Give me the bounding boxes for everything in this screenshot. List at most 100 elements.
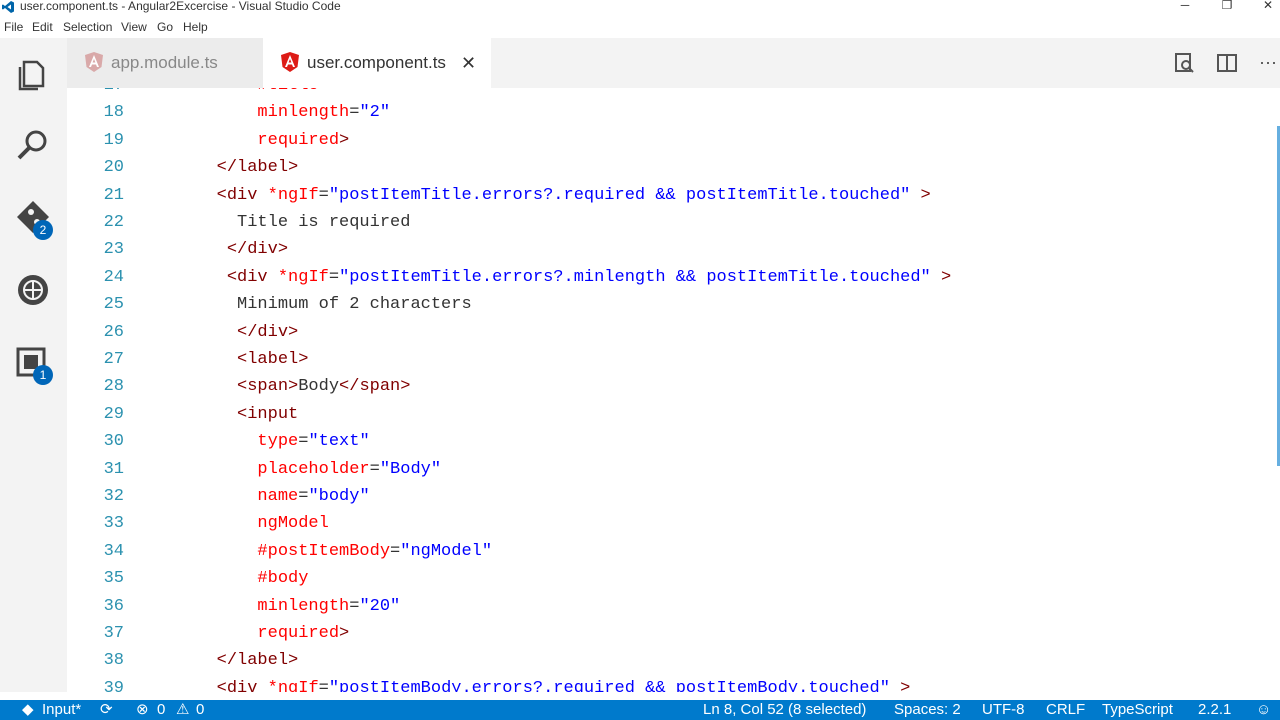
sync-icon[interactable]: ⟳: [100, 700, 113, 720]
menu-go[interactable]: Go: [157, 20, 173, 34]
code-token: #body: [135, 569, 309, 589]
line-number: 24: [103, 267, 124, 287]
code-line[interactable]: <span>Body</span>: [135, 377, 410, 396]
close-tab-icon[interactable]: ✕: [461, 38, 476, 88]
language-mode[interactable]: TypeScript: [1102, 700, 1173, 720]
code-token: =: [349, 596, 360, 616]
code-token: =: [298, 432, 309, 452]
code-line[interactable]: </div>: [135, 323, 298, 342]
code-token: >: [298, 350, 309, 369]
code-token: div: [257, 322, 289, 342]
code-token: "Body": [379, 459, 442, 479]
code-token: minlength: [135, 596, 350, 616]
editor-scrollbar[interactable]: [1266, 88, 1280, 692]
title-bar: user.component.ts - Angular2Excercise - …: [0, 0, 1280, 14]
code-line[interactable]: </label>: [135, 651, 299, 671]
line-ending[interactable]: CRLF: [1046, 700, 1085, 720]
line-number: 32: [103, 487, 124, 506]
code-token: Title is required: [135, 213, 411, 232]
code-line[interactable]: <div *ngIf="postItemTitle.errors?.minlen…: [135, 268, 951, 287]
code-line[interactable]: <input: [135, 405, 298, 424]
warnings-icon[interactable]: ⚠: [176, 700, 189, 720]
code-line[interactable]: #postItemBody="ngModel": [135, 542, 492, 561]
code-token: >: [400, 377, 411, 397]
code-token: </: [135, 322, 258, 342]
code-editor[interactable]: 17 #title18 minlength="2"19 required>20 …: [67, 88, 1280, 692]
code-token: label: [237, 158, 289, 178]
extensions-icon[interactable]: 1: [14, 343, 53, 385]
mode-indicator[interactable]: Input*: [42, 700, 81, 720]
code-line[interactable]: <label>: [135, 350, 308, 369]
code-line[interactable]: Title is required: [135, 213, 410, 232]
menu-help[interactable]: Help: [183, 20, 208, 34]
errors-icon[interactable]: ⊗: [136, 700, 149, 720]
restore-button[interactable]: ❐: [1217, 0, 1237, 14]
code-token: >: [288, 377, 299, 397]
open-preview-icon[interactable]: [1173, 52, 1195, 74]
code-token: "body": [308, 487, 370, 506]
code-token: </: [135, 651, 238, 671]
activity-bar: 2 1: [0, 38, 67, 692]
code-line[interactable]: type="text": [135, 432, 369, 452]
explorer-icon[interactable]: [14, 54, 52, 92]
code-token: "postItemBody.errors?.required && postIt…: [328, 678, 890, 692]
warnings-count[interactable]: 0: [196, 700, 204, 720]
code-token: =: [298, 487, 309, 506]
menu-view[interactable]: View: [121, 20, 147, 34]
minimize-button[interactable]: ─: [1175, 0, 1195, 14]
code-token: <: [135, 678, 227, 692]
code-token: required: [135, 130, 340, 150]
line-number: 30: [103, 432, 124, 452]
code-line[interactable]: <div *ngIf="postItemTitle.errors?.requir…: [135, 186, 931, 205]
menu-selection[interactable]: Selection: [63, 20, 112, 34]
tab-user-component[interactable]: user.component.ts ✕: [263, 38, 491, 88]
menu-file[interactable]: File: [4, 20, 23, 34]
line-number: 36: [103, 596, 124, 616]
code-line[interactable]: </label>: [135, 158, 299, 178]
code-token: span: [247, 377, 289, 397]
feedback-icon[interactable]: ☺: [1256, 700, 1271, 720]
code-token: *ngIf: [267, 267, 329, 287]
code-token: #title: [135, 88, 318, 95]
code-token: div: [226, 678, 258, 692]
split-editor-icon[interactable]: [1216, 52, 1238, 74]
code-line[interactable]: required>: [135, 624, 349, 643]
code-token: >: [889, 678, 911, 692]
code-token: "postItemTitle.errors?.required && postI…: [328, 185, 911, 205]
extensions-badge: 1: [33, 365, 53, 385]
indentation[interactable]: Spaces: 2: [894, 700, 961, 720]
code-token: =: [328, 267, 340, 287]
code-token: placeholder: [135, 459, 370, 479]
code-line[interactable]: #title: [135, 88, 318, 95]
code-line[interactable]: </div>: [135, 240, 288, 259]
code-token: =: [369, 459, 380, 479]
more-actions-icon[interactable]: ⋯: [1257, 52, 1279, 74]
tab-bar: app.module.ts user.component.ts ✕ ⋯: [67, 38, 1280, 88]
code-line[interactable]: #body: [135, 569, 308, 588]
code-line[interactable]: Minimum of 2 characters: [135, 295, 472, 314]
source-control-icon[interactable]: 2: [14, 198, 53, 240]
code-token: >: [288, 651, 299, 671]
menu-edit[interactable]: Edit: [32, 20, 53, 34]
code-line[interactable]: placeholder="Body": [135, 460, 441, 479]
encoding[interactable]: UTF-8: [982, 700, 1025, 720]
code-line[interactable]: minlength="2": [135, 103, 390, 122]
cursor-position[interactable]: Ln 8, Col 52 (8 selected): [703, 700, 866, 720]
line-number: 28: [103, 377, 124, 397]
errors-count[interactable]: 0: [157, 700, 165, 720]
source-control-badge: 2: [33, 220, 53, 240]
code-token: <: [135, 267, 238, 287]
close-window-button[interactable]: ✕: [1258, 0, 1278, 14]
debug-icon[interactable]: [14, 271, 52, 309]
code-line[interactable]: <div *ngIf="postItemBody.errors?.require…: [135, 678, 911, 692]
code-token: required: [135, 624, 340, 643]
tab-app-module[interactable]: app.module.ts: [67, 38, 263, 88]
code-line[interactable]: required>: [135, 131, 349, 150]
code-line[interactable]: name="body": [135, 487, 370, 506]
code-line[interactable]: minlength="20": [135, 597, 400, 616]
code-token: >: [277, 240, 289, 260]
typescript-version[interactable]: 2.2.1: [1198, 700, 1231, 720]
code-line[interactable]: ngModel: [135, 514, 328, 533]
code-token: >: [930, 267, 952, 287]
search-icon[interactable]: [14, 126, 52, 164]
